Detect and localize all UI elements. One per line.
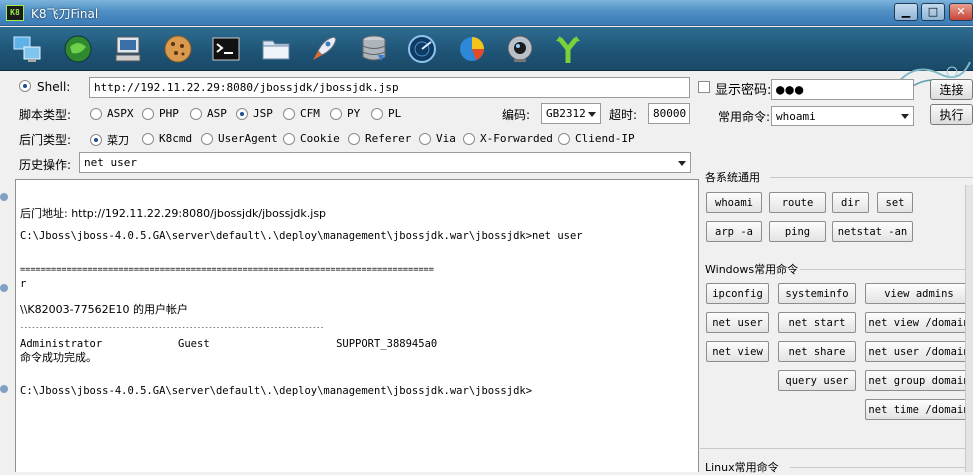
history-select[interactable]: net user [79, 152, 691, 173]
radar-icon[interactable] [404, 31, 440, 67]
script-type-cfm[interactable]: CFM [283, 107, 320, 120]
script-type-php[interactable]: PHP [142, 107, 179, 120]
cmd-net-view-domain[interactable]: net view /domain [865, 312, 973, 333]
script-type-asp[interactable]: ASP [190, 107, 227, 120]
output-line: C:\Jboss\jboss-4.0.5.GA\server\default\.… [20, 385, 533, 397]
maximize-button[interactable]: □ [921, 3, 945, 21]
panel-scrollbar[interactable] [965, 185, 973, 472]
cmd-netstat[interactable]: netstat -an [832, 221, 913, 242]
encoding-select[interactable]: GB2312 [541, 103, 601, 124]
timeout-label: 超时: [609, 108, 638, 122]
close-button[interactable]: ✕ [949, 3, 973, 21]
side-marker [0, 385, 8, 393]
cmd-net-user[interactable]: net user [706, 312, 769, 333]
divider [800, 269, 973, 270]
cmd-ipconfig[interactable]: ipconfig [706, 283, 769, 304]
cmd-query-user[interactable]: query user [778, 370, 856, 391]
output-line: r [20, 278, 27, 290]
common-cmd-select[interactable]: whoami [771, 106, 914, 126]
cmd-net-time-domain[interactable]: net time /domain [865, 399, 973, 420]
cmd-net-share[interactable]: net share [778, 341, 856, 362]
rocket-icon[interactable] [306, 31, 342, 67]
output-line: \\K82003-77562E10 的用户帐户 [20, 303, 189, 316]
script-type-label: 脚本类型: [19, 108, 72, 122]
divider [700, 448, 973, 449]
divider [790, 467, 973, 468]
cmd-net-group-domain[interactable]: net group domain [865, 370, 973, 391]
side-marker [0, 284, 8, 292]
password-input[interactable]: ●●● [771, 79, 914, 100]
output-line: C:\Jboss\jboss-4.0.5.GA\server\default\.… [20, 230, 583, 242]
show-password-checkbox[interactable] [698, 81, 710, 93]
backdoor-via[interactable]: Via [419, 132, 456, 145]
fork-arrow-icon[interactable] [550, 31, 586, 67]
encoding-label: 编码: [502, 108, 531, 122]
cmd-net-user-domain[interactable]: net user /domain [865, 341, 973, 362]
divider [770, 177, 973, 178]
output-line: 命令成功完成。 [20, 351, 97, 364]
cmd-net-start[interactable]: net start [778, 312, 856, 333]
connect-button[interactable]: 连接 [930, 79, 973, 100]
output-line: 后门地址: http://192.11.22.29:8080/jbossjdk/… [20, 207, 327, 220]
script-type-jsp[interactable]: JSP [236, 107, 273, 120]
cmd-route[interactable]: route [769, 192, 826, 213]
webcam-icon[interactable] [502, 31, 538, 67]
shell-label: Shell: [37, 80, 71, 94]
cmd-whoami[interactable]: whoami [706, 192, 762, 213]
general-commands-title: 各系统通用 [705, 171, 760, 184]
window-title: K8飞刀Final [31, 7, 99, 21]
cookie-icon[interactable] [160, 31, 196, 67]
computers-icon[interactable] [10, 31, 46, 67]
folder-icon[interactable] [258, 31, 294, 67]
history-label: 历史操作: [19, 158, 72, 172]
backdoor-x-forwarded[interactable]: X-Forwarded [463, 132, 553, 145]
cmd-set[interactable]: set [877, 192, 913, 213]
output-line: ----------------------------------------… [20, 323, 324, 331]
timeout-input[interactable]: 80000 [648, 103, 690, 124]
backdoor-referer[interactable]: Referer [348, 132, 411, 145]
database-icon[interactable] [356, 31, 392, 67]
backdoor-caidao[interactable]: 菜刀 [90, 132, 129, 148]
common-cmd-label: 常用命令: [718, 110, 771, 124]
side-marker [0, 193, 8, 201]
app-logo-icon: K8 [6, 5, 24, 21]
pc-icon[interactable] [110, 31, 146, 67]
terminal-icon[interactable] [208, 31, 244, 67]
backdoor-type-label: 后门类型: [19, 133, 72, 147]
linux-commands-title: Linux常用命令 [705, 461, 779, 474]
title-bar: K8 K8飞刀Final ▁ □ ✕ [0, 0, 973, 26]
backdoor-k8cmd[interactable]: K8cmd [142, 132, 192, 145]
script-type-pl[interactable]: PL [371, 107, 401, 120]
cmd-ping[interactable]: ping [769, 221, 826, 242]
backdoor-cliend-ip[interactable]: Cliend-IP [558, 132, 635, 145]
cmd-view-admins[interactable]: view admins [865, 283, 973, 304]
shell-url-input[interactable]: http://192.11.22.29:8080/jbossjdk/jbossj… [89, 77, 690, 98]
pie-chart-icon[interactable] [454, 31, 490, 67]
cmd-arp[interactable]: arp -a [706, 221, 762, 242]
green-orb-icon[interactable] [60, 31, 96, 67]
cmd-systeminfo[interactable]: systeminfo [778, 283, 856, 304]
windows-commands-title: Windows常用命令 [705, 263, 799, 276]
backdoor-cookie[interactable]: Cookie [283, 132, 340, 145]
output-line: ========================================… [20, 265, 434, 275]
shell-radio[interactable] [19, 80, 31, 92]
script-type-aspx[interactable]: ASPX [90, 107, 134, 120]
minimize-button[interactable]: ▁ [894, 3, 918, 21]
cmd-net-view[interactable]: net view [706, 341, 769, 362]
execute-button[interactable]: 执行 [930, 104, 973, 125]
command-output[interactable]: 后门地址: http://192.11.22.29:8080/jbossjdk/… [15, 179, 699, 472]
show-password-label: 显示密码: [715, 83, 772, 98]
cmd-dir[interactable]: dir [832, 192, 869, 213]
script-type-py[interactable]: PY [330, 107, 360, 120]
backdoor-useragent[interactable]: UserAgent [201, 132, 278, 145]
toolbar [0, 27, 973, 97]
